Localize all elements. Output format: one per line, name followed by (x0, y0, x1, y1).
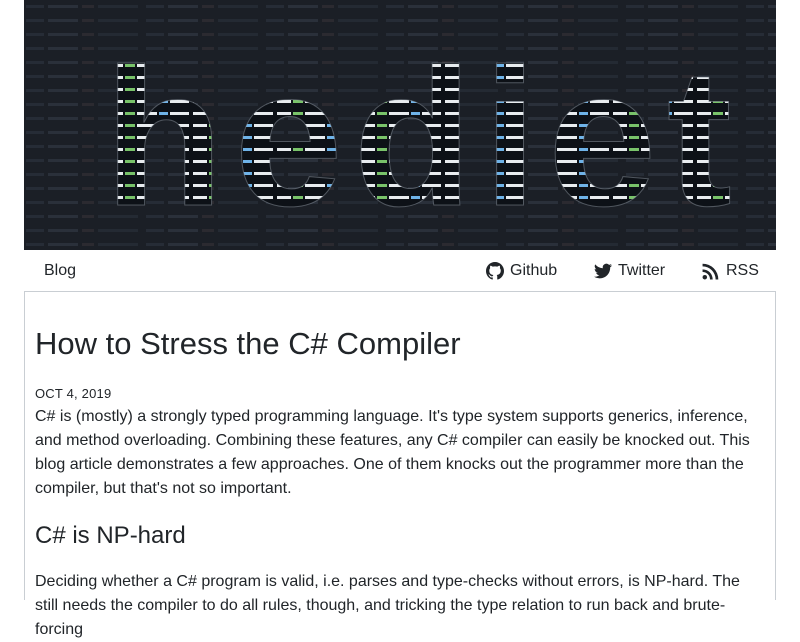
section-paragraph: Deciding whether a C# program is valid, … (35, 573, 740, 638)
nav-github-link[interactable]: Github (486, 250, 557, 291)
rss-icon (702, 263, 719, 279)
post-title: How to Stress the C# Compiler (35, 326, 461, 361)
svg-text:hediet: hediet (104, 28, 730, 247)
nav-github-label: Github (510, 261, 558, 279)
banner-logo-image: hediet hediet (24, 0, 776, 250)
section-heading: C# is NP-hard (35, 522, 186, 549)
nav-blog-label: Blog (44, 261, 77, 279)
header-banner: hediet hediet (24, 0, 776, 250)
post-intro-paragraph: C# is (mostly) a strongly typed programm… (35, 408, 750, 497)
twitter-icon (594, 263, 612, 278)
nav-twitter-link[interactable]: Twitter (594, 250, 665, 291)
post-date: OCT 4, 2019 (35, 386, 112, 401)
nav-rss-link[interactable]: RSS (702, 250, 759, 291)
github-icon (486, 261, 504, 280)
top-navbar: Blog Github Twitter RSS (24, 250, 776, 292)
nav-rss-label: RSS (726, 261, 759, 279)
nav-twitter-label: Twitter (618, 261, 666, 279)
nav-blog-link[interactable]: Blog (44, 250, 76, 291)
